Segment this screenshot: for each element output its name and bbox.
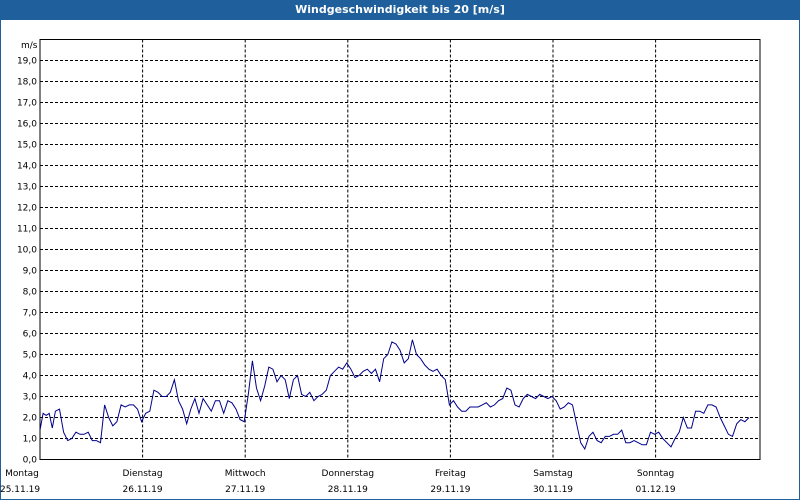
x-tick-date-label: 29.11.19 <box>430 485 470 495</box>
y-axis-unit-label: m/s <box>21 41 38 51</box>
y-tick-label: 8,0 <box>23 288 38 298</box>
y-tick-label: 3,0 <box>23 393 38 403</box>
y-tick-label: 15,0 <box>17 141 37 151</box>
x-tick-day-label: Montag <box>5 469 39 479</box>
x-tick-date-label: 01.12.19 <box>636 485 676 495</box>
x-axis-tick-labels: Montag 25.11.19 Dienstag 26.11.19 Mittwoch 27… <box>0 469 676 495</box>
x-tick-day-label: Mittwoch <box>225 469 266 479</box>
x-tick-day-label: Samstag <box>533 469 572 479</box>
y-tick-label: 11,0 <box>17 225 37 235</box>
y-tick-label: 14,0 <box>17 162 37 172</box>
y-tick-label: 19,0 <box>17 57 37 67</box>
y-tick-label: 0,0 <box>23 456 38 466</box>
y-tick-label: 9,0 <box>23 267 38 277</box>
grid-lines <box>40 39 760 460</box>
y-tick-label: 5,0 <box>23 351 38 361</box>
x-tick-day-label: Sonntag <box>637 469 674 479</box>
y-tick-label: 4,0 <box>23 372 38 382</box>
x-tick-day-label: Dienstag <box>123 469 163 479</box>
x-tick-date-label: 28.11.19 <box>328 485 368 495</box>
y-tick-label: 16,0 <box>17 120 37 130</box>
x-tick-date-label: 30.11.19 <box>533 485 573 495</box>
x-tick-date-label: 26.11.19 <box>123 485 163 495</box>
y-tick-label: 7,0 <box>23 309 38 319</box>
y-tick-label: 1,0 <box>23 435 38 445</box>
x-tick-date-label: 27.11.19 <box>225 485 265 495</box>
y-tick-label: 6,0 <box>23 330 38 340</box>
y-tick-label: 12,0 <box>17 204 37 214</box>
y-tick-label: 2,0 <box>23 414 38 424</box>
x-tick-date-label: 25.11.19 <box>0 485 40 495</box>
wind-speed-series-line <box>39 339 750 451</box>
y-tick-label: 13,0 <box>17 183 37 193</box>
y-tick-label: 10,0 <box>17 246 37 256</box>
wind-speed-chart: m/s 0,0 1,0 2,0 3,0 4,0 5,0 6,0 7,0 8,0 9,0 10,0 11… <box>0 39 761 495</box>
y-tick-label: 18,0 <box>17 78 37 88</box>
y-tick-label: 17,0 <box>17 99 37 109</box>
y-axis-tick-labels: 0,0 1,0 2,0 3,0 4,0 5,0 6,0 7,0 8,0 9,0 10,0 11,0 12… <box>17 57 37 466</box>
x-tick-day-label: Donnerstag <box>322 469 375 479</box>
x-tick-day-label: Freitag <box>435 469 466 479</box>
